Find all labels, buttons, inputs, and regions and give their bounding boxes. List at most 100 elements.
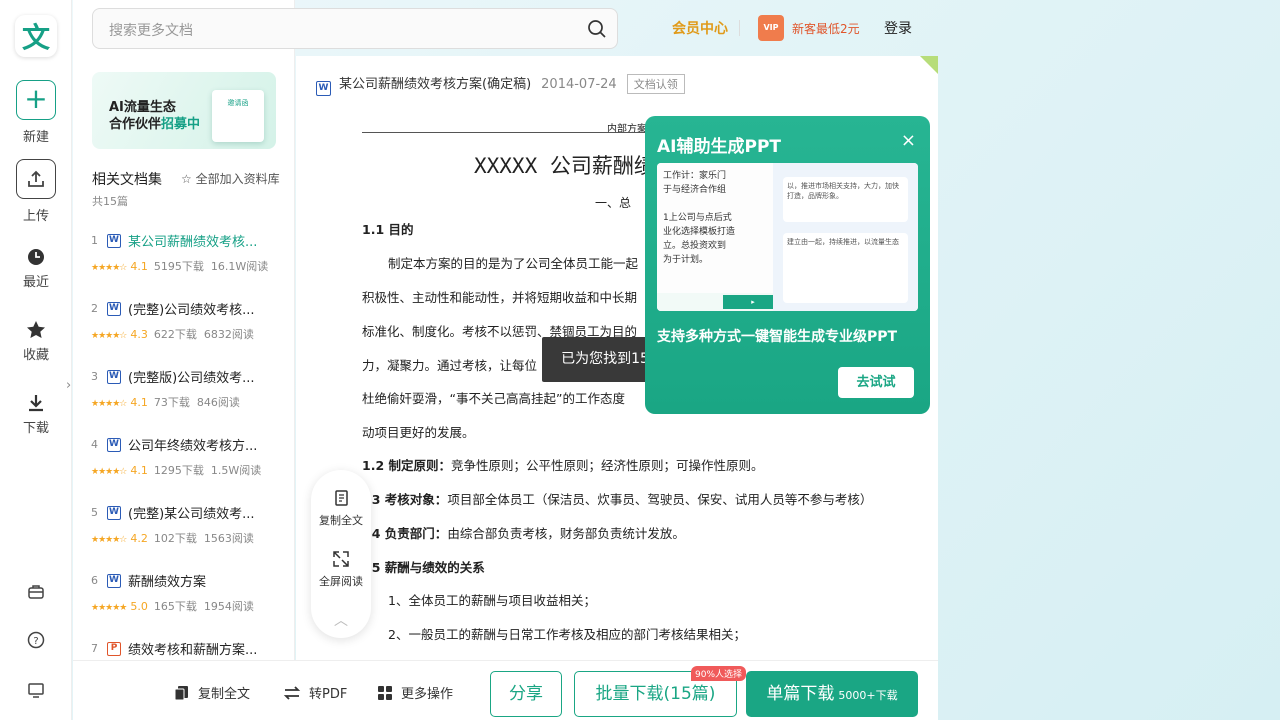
word-icon: W [107, 370, 121, 384]
left-rail: 文 + 新建 上传 最近 收藏 下载 ? › [0, 0, 72, 720]
item-title: (完整版)公司绩效考... [128, 371, 255, 386]
copy-text-button[interactable]: 复制全文 [311, 488, 371, 528]
floating-toolbar: 复制全文 全屏阅读 ︿ [311, 470, 371, 638]
related-doc-item[interactable]: 4 W 公司年终绩效考核方... ★★★★☆ 4.1 1295下载 1.5W阅读 [91, 435, 291, 495]
list-item: 1、全体员工的薪酬与项目收益相关； [388, 593, 596, 608]
bottom-action-bar: 复制全文 转PDF 更多操作 分享 批量下载(15篇) 90%人选择 单篇下载 5… [73, 660, 938, 720]
clock-icon [28, 249, 44, 265]
try-it-button[interactable]: 去试试 [838, 367, 914, 398]
star-icon [27, 321, 45, 338]
preview-text-line: 立。总投资欢到 [663, 241, 727, 251]
rating-stars-icon: ★★★★☆ [91, 331, 127, 341]
preview-text-line: 业化选择模板打造 [663, 227, 736, 237]
paragraph-line: 制定本方案的目的是为了公司全体员工能一起 [388, 256, 639, 271]
rail-favorites-button[interactable]: 收藏 [0, 320, 72, 363]
related-count: 共15篇 [92, 195, 128, 208]
doc-date: 2014-07-24 [541, 77, 617, 92]
rating-stars-icon: ★★★★☆ [91, 467, 127, 477]
search-input[interactable]: 搜索更多文档 [92, 8, 618, 49]
rating-stars-icon: ★★★★★ [91, 603, 127, 613]
fullscreen-button[interactable]: 全屏阅读 [311, 549, 371, 589]
heading-1-1: 1.1 目的 [362, 222, 414, 237]
corner-ribbon [920, 56, 938, 74]
related-doc-item[interactable]: 7 P 绩效考核和薪酬方案... [91, 639, 291, 660]
preview-text-line [663, 197, 767, 211]
toolbox-icon[interactable] [26, 582, 46, 602]
section-heading: 一、总 [595, 196, 632, 210]
item-number: 2 [91, 302, 98, 315]
upload-icon [16, 159, 56, 199]
rating-stars-icon: ★★★★☆ [91, 263, 127, 273]
ai-popup-description: 支持多种方式一键智能生成专业级PPT [657, 329, 898, 345]
preview-right-panel: 以，推进市场相关支持，大力，加快打造，品牌形象。 建立由一起，持续推进，以流量生… [773, 163, 918, 311]
rail-favorites-label: 收藏 [22, 348, 49, 363]
rail-recent-label: 最近 [22, 275, 49, 290]
heading-1-4: .4 负责部门：由综合部负责考核，财务部负责统计发放。 [367, 526, 685, 541]
related-doc-item[interactable]: 1 W 某公司薪酬绩效考核... ★★★★☆ 4.1 5195下载 16.1W阅读 [91, 231, 291, 291]
item-meta: ★★★★☆ 4.2 102下载 1563阅读 [91, 532, 254, 545]
rating-stars-icon: ★★★★☆ [91, 399, 127, 409]
copy-all-button[interactable]: 复制全文 [174, 683, 250, 702]
item-title: 薪酬绩效方案 [128, 575, 207, 590]
monitor-icon[interactable] [26, 680, 46, 700]
preview-text-line: 于与经济合作组 [663, 185, 727, 195]
item-number: 4 [91, 438, 98, 451]
word-icon: W [316, 81, 331, 96]
download-icon [29, 395, 43, 412]
login-button[interactable]: 登录 [884, 18, 912, 38]
rail-upload-label: 上传 [22, 209, 49, 224]
swap-icon [283, 686, 301, 700]
ppt-icon: P [107, 642, 121, 656]
plus-icon: + [16, 80, 56, 120]
item-title: (完整)公司绩效考核... [128, 303, 255, 318]
grid-icon [378, 686, 392, 700]
search-placeholder: 搜索更多文档 [109, 23, 193, 39]
rail-new-button[interactable]: + 新建 [0, 80, 72, 145]
rail-upload-button[interactable]: 上传 [0, 159, 72, 224]
help-icon[interactable]: ? [26, 630, 46, 650]
arrow-up-icon[interactable]: ︿ [311, 610, 371, 630]
doc-header: W 某公司薪酬绩效考核方案(确定稿) 2014-07-24 文档认领 [316, 73, 685, 96]
rail-new-label: 新建 [22, 130, 49, 145]
to-pdf-button[interactable]: 转PDF [283, 683, 347, 702]
related-title: 相关文档集 [92, 172, 162, 188]
invitation-card: 邀请函 [212, 90, 264, 142]
heading-1-2: 1.2 制定原则：竞争性原则；公平性原则；经济性原则；可操作性原则。 [362, 458, 764, 473]
app-logo[interactable]: 文 [15, 15, 57, 57]
item-number: 3 [91, 370, 98, 383]
share-button[interactable]: 分享 [490, 671, 562, 717]
related-doc-item[interactable]: 6 W 薪酬绩效方案 ★★★★★ 5.0 165下载 1954阅读 [91, 571, 291, 631]
item-meta: ★★★★☆ 4.3 622下载 6832阅读 [91, 328, 254, 341]
item-meta: ★★★★☆ 4.1 5195下载 16.1W阅读 [91, 260, 269, 273]
rail-recent-button[interactable]: 最近 [0, 247, 72, 290]
word-icon: W [107, 302, 121, 316]
paragraph-line: 动项目更好的发展。 [362, 425, 475, 440]
vip-center-link[interactable]: 会员中心 [672, 18, 728, 38]
search-icon[interactable] [587, 19, 607, 39]
star-outline-icon: ☆ [181, 172, 192, 186]
item-number: 1 [91, 234, 98, 247]
partner-banner[interactable]: AI流量生态 合作伙伴招募中 邀请函 [92, 72, 276, 149]
doc-title: 某公司薪酬绩效考核方案(确定稿) [339, 77, 532, 92]
vip-gift-icon[interactable]: VIP [758, 15, 784, 41]
fullscreen-icon [333, 551, 349, 567]
copy-icon [174, 686, 188, 701]
new-user-offer[interactable]: 新客最低2元 [792, 20, 860, 37]
claim-badge[interactable]: 文档认领 [626, 74, 685, 94]
item-meta: ★★★★☆ 4.1 1295下载 1.5W阅读 [91, 464, 262, 477]
single-download-button[interactable]: 单篇下载 5000+下载 [746, 671, 918, 717]
close-icon[interactable]: × [901, 130, 916, 151]
rail-download-button[interactable]: 下载 [0, 393, 72, 436]
related-doc-item[interactable]: 2 W (完整)公司绩效考核... ★★★★☆ 4.3 622下载 6832阅读 [91, 299, 291, 359]
preview-text-line: 为于计划。 [663, 255, 709, 265]
add-all-button[interactable]: ☆ 全部加入资料库 [181, 170, 280, 187]
related-doc-item[interactable]: 5 W (完整)某公司绩效考... ★★★★☆ 4.2 102下载 1563阅读 [91, 503, 291, 563]
word-icon: W [107, 234, 121, 248]
preview-chat-box: 以，推进市场相关支持，大力，加快打造，品牌形象。 [783, 177, 908, 222]
more-actions-button[interactable]: 更多操作 [377, 683, 453, 702]
related-doc-item[interactable]: 3 W (完整版)公司绩效考... ★★★★☆ 4.1 73下载 846阅读 [91, 367, 291, 427]
related-docs-sidebar: AI流量生态 合作伙伴招募中 邀请函 相关文档集 ☆ 全部加入资料库 共15篇 … [73, 0, 295, 660]
popular-badge: 90%人选择 [691, 666, 747, 681]
item-title: 绩效考核和薪酬方案... [128, 643, 258, 658]
preview-text-line: 1上公司与点后式 [663, 213, 732, 223]
